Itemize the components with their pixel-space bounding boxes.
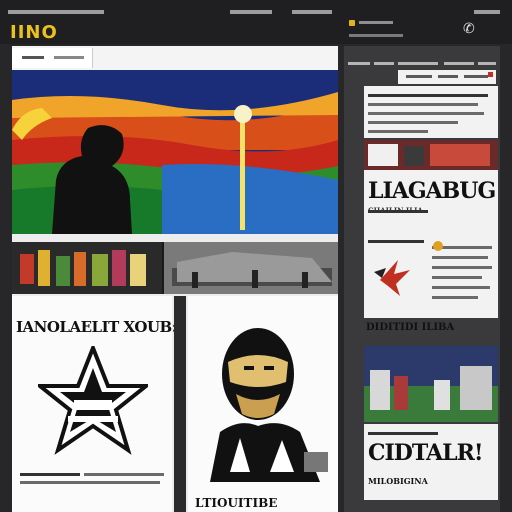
sidebar-text-line bbox=[432, 296, 478, 299]
top-bar bbox=[0, 0, 512, 44]
status-dot bbox=[349, 20, 355, 26]
sidebar-text-line bbox=[432, 286, 490, 289]
hero-illustration bbox=[12, 70, 338, 234]
card-left-text bbox=[20, 481, 160, 484]
sidebar-text-line bbox=[368, 121, 458, 124]
notification-dot bbox=[488, 72, 493, 77]
breadcrumb-item[interactable] bbox=[54, 56, 84, 59]
top-nav-link-3[interactable] bbox=[292, 10, 332, 14]
photo-strip bbox=[12, 242, 338, 294]
sidebar-subtitle-1: CHAILIN ILIA bbox=[368, 206, 423, 215]
star-emblem-icon bbox=[38, 346, 148, 455]
card-left-title[interactable]: IANOLAELIT XOUB: bbox=[16, 318, 177, 336]
breadcrumb-item[interactable] bbox=[22, 56, 44, 59]
sidebar-header bbox=[348, 58, 496, 68]
card-left-caption bbox=[20, 473, 80, 476]
sidebar-text-line bbox=[432, 266, 492, 269]
card-divider bbox=[174, 296, 186, 512]
sidebar-photo-2-image bbox=[364, 346, 498, 422]
sidebar-subtitle-2: MILOBIGINA bbox=[368, 476, 428, 486]
hero-image[interactable] bbox=[12, 70, 338, 234]
top-nav-link-4[interactable] bbox=[474, 10, 500, 14]
top-nav-links[interactable] bbox=[8, 10, 104, 14]
badge-icon bbox=[433, 241, 443, 251]
site-logo[interactable]: IINO bbox=[10, 22, 58, 43]
photo-strip-image bbox=[12, 242, 338, 294]
portrait-illustration bbox=[200, 322, 330, 482]
card-left-caption-2 bbox=[84, 473, 164, 476]
sidebar-text-line bbox=[432, 256, 488, 259]
top-nav-link-2[interactable] bbox=[230, 10, 272, 14]
sidebar-text-line bbox=[368, 103, 478, 106]
breadcrumb[interactable] bbox=[12, 48, 93, 68]
top-info-line-2 bbox=[349, 34, 403, 37]
sidebar-text-line bbox=[368, 112, 484, 115]
sidebar-headline-2[interactable]: CIDTALR! bbox=[368, 440, 484, 466]
sidebar-tabs[interactable] bbox=[398, 70, 496, 84]
sidebar-text-line bbox=[368, 130, 428, 133]
sidebar-subtitle-line bbox=[368, 240, 424, 243]
sidebar-photo-1[interactable] bbox=[364, 140, 498, 170]
sidebar-text-line bbox=[368, 94, 488, 97]
sidebar-text-line bbox=[432, 276, 482, 279]
sidebar-small-label: DIDITIDI ILIBA bbox=[366, 322, 455, 333]
sidebar-photo-2[interactable] bbox=[364, 346, 498, 422]
sidebar-headline-1[interactable]: LIAGABUG bbox=[368, 178, 496, 204]
bird-icon bbox=[374, 260, 410, 296]
sidebar-text-line bbox=[368, 432, 438, 435]
top-info-line bbox=[359, 21, 393, 24]
phone-icon[interactable]: ✆ bbox=[463, 20, 475, 37]
sidebar-photo-1-image bbox=[364, 140, 498, 170]
card-right-footer[interactable]: LTIOUITIBE bbox=[195, 496, 277, 510]
